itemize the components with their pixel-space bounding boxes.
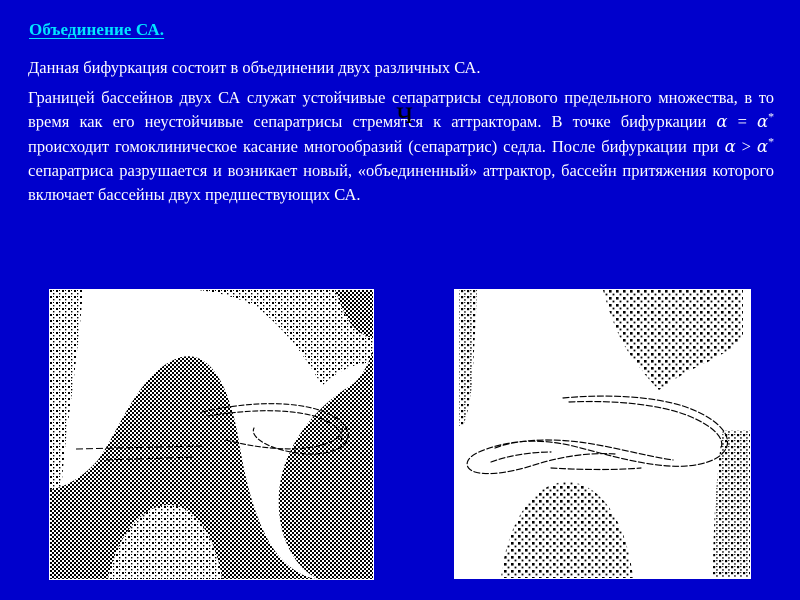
- basin-diagram-left: [50, 290, 373, 579]
- page-title: Объединение СА.: [29, 20, 165, 39]
- body-text-block: Данная бифуркация состоит в объединении …: [28, 56, 774, 207]
- alpha-symbol-4: α: [756, 136, 769, 156]
- star-superscript-1: *: [768, 109, 775, 124]
- figure-basin-before-bifurcation: [49, 289, 374, 580]
- greater-than-symbol: >: [741, 136, 751, 156]
- figure-basin-after-bifurcation: [454, 289, 751, 579]
- paragraph-main-part-2: происходит гомоклиническое касание много…: [28, 136, 725, 156]
- alpha-symbol-1: α: [716, 112, 728, 132]
- paragraph-main-part-1: Границей бассейнов двух СА служат устойч…: [28, 88, 774, 132]
- basin-diagram-right: [455, 290, 750, 578]
- paragraph-main: Границей бассейнов двух СА служат устойч…: [28, 86, 774, 207]
- slide-canvas: Объединение СА. Данная бифуркация состои…: [0, 0, 800, 600]
- alpha-symbol-2: α: [756, 112, 769, 132]
- paragraph-main-part-3: сепаратриса разрушается и возникает новы…: [28, 160, 774, 205]
- paragraph-intro: Данная бифуркация состоит в объединении …: [28, 58, 481, 77]
- star-superscript-2: *: [768, 134, 775, 149]
- equals-symbol: =: [737, 112, 747, 132]
- alpha-symbol-3: α: [724, 136, 736, 156]
